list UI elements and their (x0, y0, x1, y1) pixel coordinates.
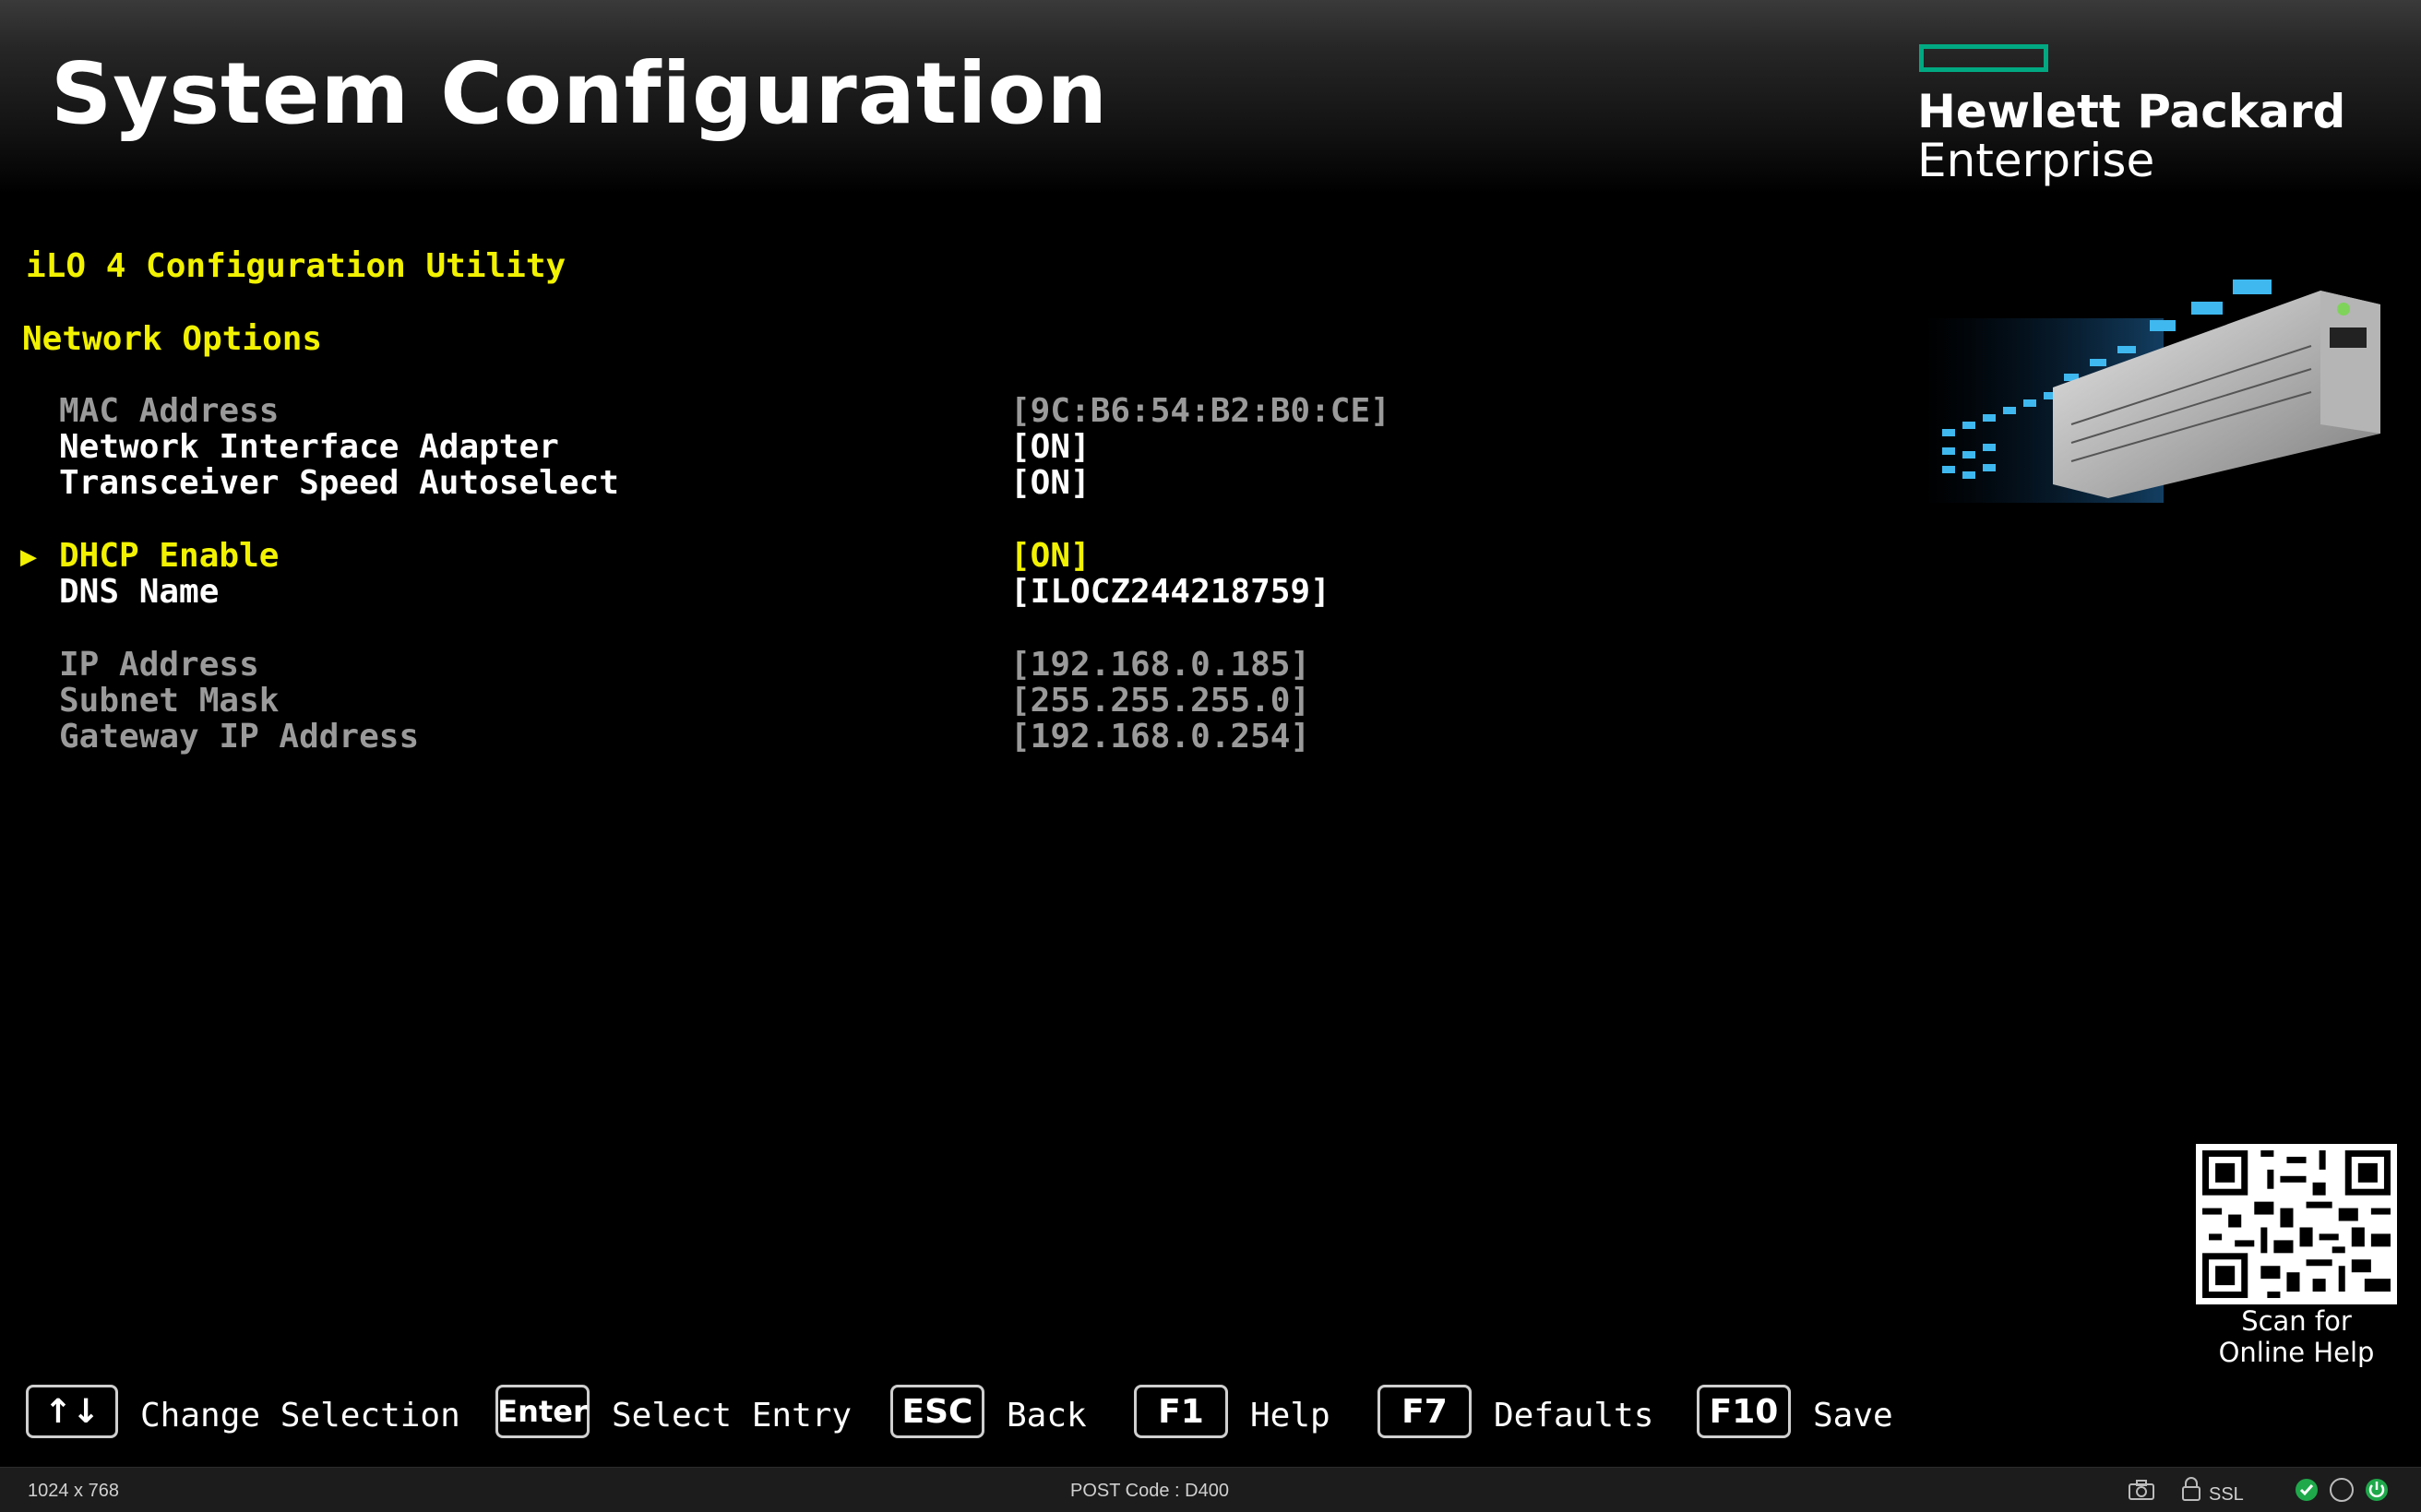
circle-icon (2330, 1478, 2354, 1502)
qr-code (2196, 1144, 2397, 1304)
key-label-select-entry: Select Entry (612, 1397, 853, 1435)
key-label-defaults: Defaults (1494, 1397, 1654, 1435)
section-title: Network Options (22, 320, 323, 358)
setting-label-ip-address: IP Address (59, 646, 259, 684)
status-bar: 1024 x 768 POST Code : D400 SSL (0, 1467, 2421, 1512)
key-label-save: Save (1813, 1397, 1893, 1435)
setting-label-subnet-mask: Subnet Mask (59, 682, 280, 720)
setting-value-transceiver-speed-autoselect[interactable]: [ON] (1010, 464, 1091, 502)
setting-value-subnet-mask: [255.255.255.0] (1010, 682, 1311, 720)
key-arrows-icon[interactable]: ↑↓ (26, 1385, 118, 1438)
setting-label-gateway-ip-address: Gateway IP Address (59, 718, 420, 756)
setting-value-dns-name[interactable]: [ILOCZ244218759] (1010, 573, 1330, 611)
key-label-back: Back (1007, 1397, 1087, 1435)
resolution-text: 1024 x 768 (28, 1481, 119, 1501)
ssl-label: SSL (2209, 1484, 2244, 1505)
key-f1-button[interactable]: F1 (1134, 1385, 1228, 1438)
power-icon[interactable] (2364, 1477, 2390, 1503)
key-esc-button[interactable]: ESC (890, 1385, 984, 1438)
setting-label-network-interface-adapter[interactable]: Network Interface Adapter (59, 428, 559, 466)
utility-title: iLO 4 Configuration Utility (26, 247, 566, 285)
setting-value-gateway-ip-address: [192.168.0.254] (1010, 718, 1311, 756)
lock-icon (2182, 1477, 2200, 1501)
qr-caption-line2: Online Help (2218, 1337, 2375, 1368)
setting-label-transceiver-speed-autoselect[interactable]: Transceiver Speed Autoselect (59, 464, 619, 502)
key-enter-button[interactable]: Enter (495, 1385, 590, 1438)
key-f7-button[interactable]: F7 (1377, 1385, 1472, 1438)
header-bar: System Configuration Hewlett Packard Ent… (0, 0, 2421, 194)
setting-value-ip-address: [192.168.0.185] (1010, 646, 1311, 684)
page-title: System Configuration (51, 44, 1109, 143)
hpe-logo-element (1919, 44, 2048, 72)
check-circle-icon (2296, 1479, 2318, 1501)
qr-caption-line1: Scan for (2241, 1305, 2352, 1337)
post-code-text: POST Code : D400 (1070, 1481, 1229, 1501)
setting-label-dhcp-enable[interactable]: DHCP Enable (59, 537, 279, 575)
setting-label-dns-name[interactable]: DNS Name (59, 573, 219, 611)
setting-label-mac-address: MAC Address (59, 392, 280, 430)
setting-value-network-interface-adapter[interactable]: [ON] (1010, 428, 1091, 466)
camera-icon[interactable] (2128, 1479, 2155, 1501)
hpe-logo-line1: Hewlett Packard (1917, 85, 2346, 138)
key-label-help: Help (1250, 1397, 1330, 1435)
server-image (1924, 280, 2380, 503)
setting-value-mac-address: [9C:B6:54:B2:B0:CE] (1010, 392, 1390, 430)
setting-value-dhcp-enable[interactable]: [ON] (1010, 537, 1091, 575)
hpe-logo-line2: Enterprise (1917, 134, 2155, 187)
key-label-change-selection: Change Selection (140, 1397, 460, 1435)
selection-pointer-icon: ▶ (20, 541, 38, 573)
key-f10-button[interactable]: F10 (1697, 1385, 1791, 1438)
